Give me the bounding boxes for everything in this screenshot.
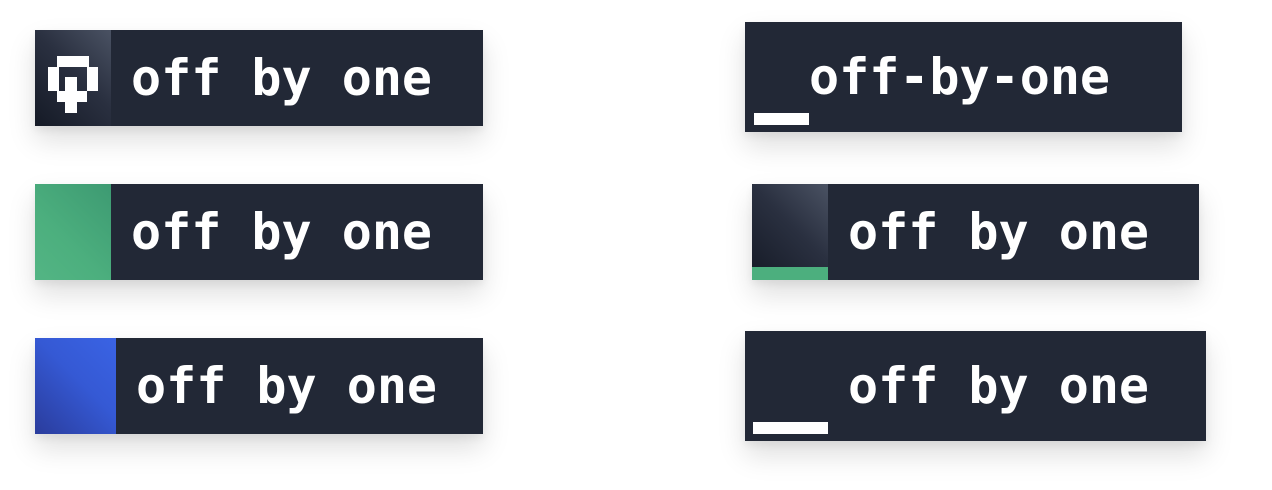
logo-wordmark: off by one <box>848 357 1150 415</box>
logo-wordmark: off by one <box>131 203 433 261</box>
green-square-icon <box>35 184 111 280</box>
logo-wordmark: off by one <box>848 203 1150 261</box>
logo-underscore-wide: off by one <box>745 331 1206 441</box>
logo-blue-square: off by one <box>35 338 483 434</box>
logo-wordmark: off-by-one <box>809 48 1111 106</box>
logo-underscore-cursor: off-by-one <box>745 22 1182 132</box>
cursor-bar-icon <box>753 422 828 434</box>
green-bar-icon <box>752 267 828 280</box>
logo-green-square: off by one <box>35 184 483 280</box>
cursor-bar-icon <box>754 113 809 125</box>
logo-dark-square-green-bar: off by one <box>752 184 1199 280</box>
logo-wordmark: off by one <box>131 49 433 107</box>
logo-wordmark: off by one <box>136 357 438 415</box>
dark-square-icon <box>752 184 828 280</box>
logo-pixel-glyph: off by one <box>35 30 483 126</box>
dark-square-icon <box>35 30 111 126</box>
blue-square-icon <box>35 338 116 434</box>
